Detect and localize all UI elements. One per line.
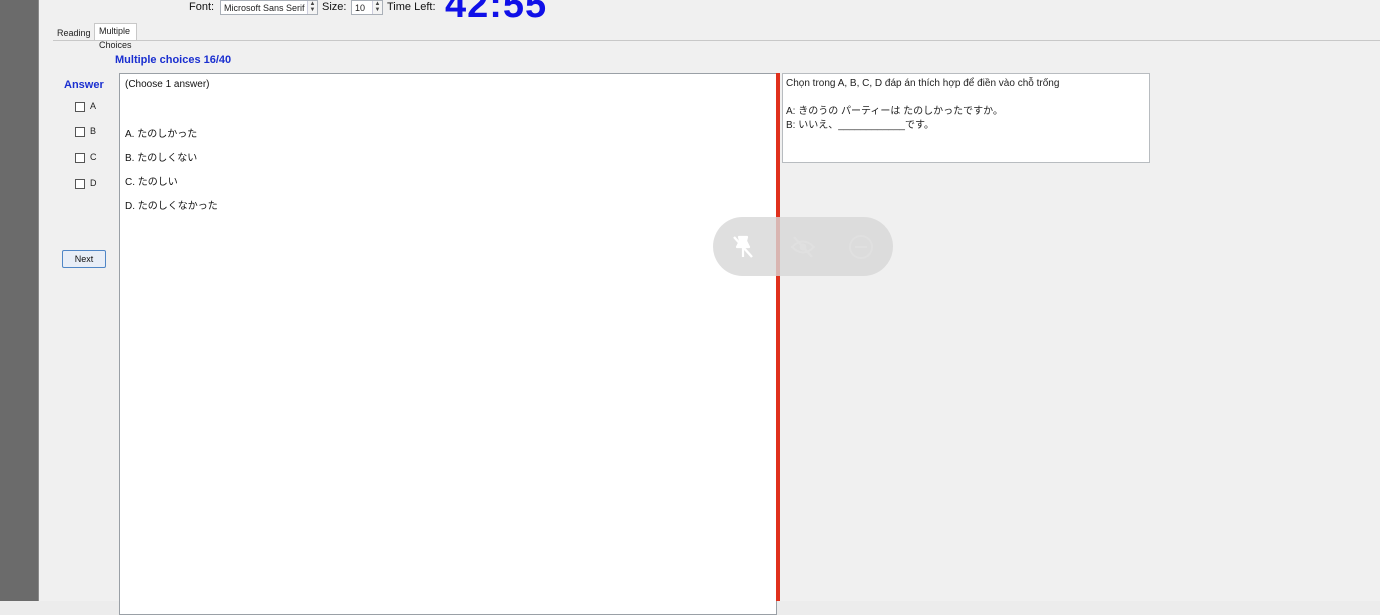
checkbox-icon[interactable] (75, 152, 85, 163)
floating-control-overlay (713, 217, 893, 276)
question-option-a: A. たのしかった (125, 129, 198, 140)
size-value: 10 (355, 3, 366, 13)
prompt-panel: Chọn trong A, B, C, D đáp án thích hợp đ… (782, 73, 1150, 163)
answer-option-d[interactable]: D (75, 177, 97, 189)
tab-divider (53, 40, 1380, 41)
question-option-c: C. たのしい (125, 177, 178, 188)
answer-option-label: A (90, 101, 97, 111)
checkbox-icon[interactable] (75, 178, 85, 189)
size-spinner-icon[interactable]: ▲ ▼ (372, 1, 382, 14)
question-option-b: B. たのしくない (125, 153, 198, 164)
countdown-timer: 42:55 (445, 0, 548, 26)
next-button[interactable]: Next (62, 250, 106, 268)
minimize-icon[interactable] (846, 232, 876, 262)
prompt-instruction: Chọn trong A, B, C, D đáp án thích hợp đ… (786, 78, 1060, 89)
font-spinner-icon[interactable]: ▲ ▼ (307, 1, 317, 14)
size-stepper[interactable]: 10 ▲ ▼ (351, 0, 383, 15)
question-option-d: D. たのしくなかった (125, 201, 218, 212)
size-label: Size: (322, 1, 347, 13)
font-select-value: Microsoft Sans Serif (224, 3, 305, 13)
checkbox-icon[interactable] (75, 126, 85, 137)
font-select[interactable]: Microsoft Sans Serif ▲ ▼ (220, 0, 318, 15)
tab-multiple-choices[interactable]: Multiple Choices (94, 23, 137, 50)
answer-option-label: B (90, 126, 97, 136)
section-title: Multiple choices 16/40 (115, 54, 232, 66)
answer-heading: Answer (64, 79, 104, 91)
prompt-line-a: A: きのうの パーティーは たのしかったですか。 (786, 106, 1003, 117)
time-left-label: Time Left: (387, 1, 436, 13)
tab-reading[interactable]: Reading (53, 26, 95, 40)
answer-option-label: D (90, 178, 97, 188)
answer-option-label: C (90, 152, 97, 162)
answer-option-a[interactable]: A (75, 100, 96, 112)
answer-option-b[interactable]: B (75, 125, 96, 137)
exam-window: Font: Microsoft Sans Serif ▲ ▼ Size: 10 ▲… (38, 0, 1380, 615)
unpin-icon[interactable] (728, 232, 758, 262)
checkbox-icon[interactable] (75, 101, 85, 112)
question-panel: (Choose 1 answer) A. たのしかった B. たのしくない C.… (119, 73, 777, 615)
desktop-edge (0, 0, 38, 601)
toolbar: Font: Microsoft Sans Serif ▲ ▼ Size: 10 ▲… (39, 0, 1380, 26)
splitter-bar[interactable] (776, 73, 780, 601)
answer-option-c[interactable]: C (75, 151, 97, 163)
question-instruction: (Choose 1 answer) (125, 79, 210, 90)
prompt-line-b: B: いいえ、____________です。 (786, 120, 934, 131)
font-label: Font: (189, 1, 215, 13)
mute-icon[interactable] (788, 232, 818, 262)
